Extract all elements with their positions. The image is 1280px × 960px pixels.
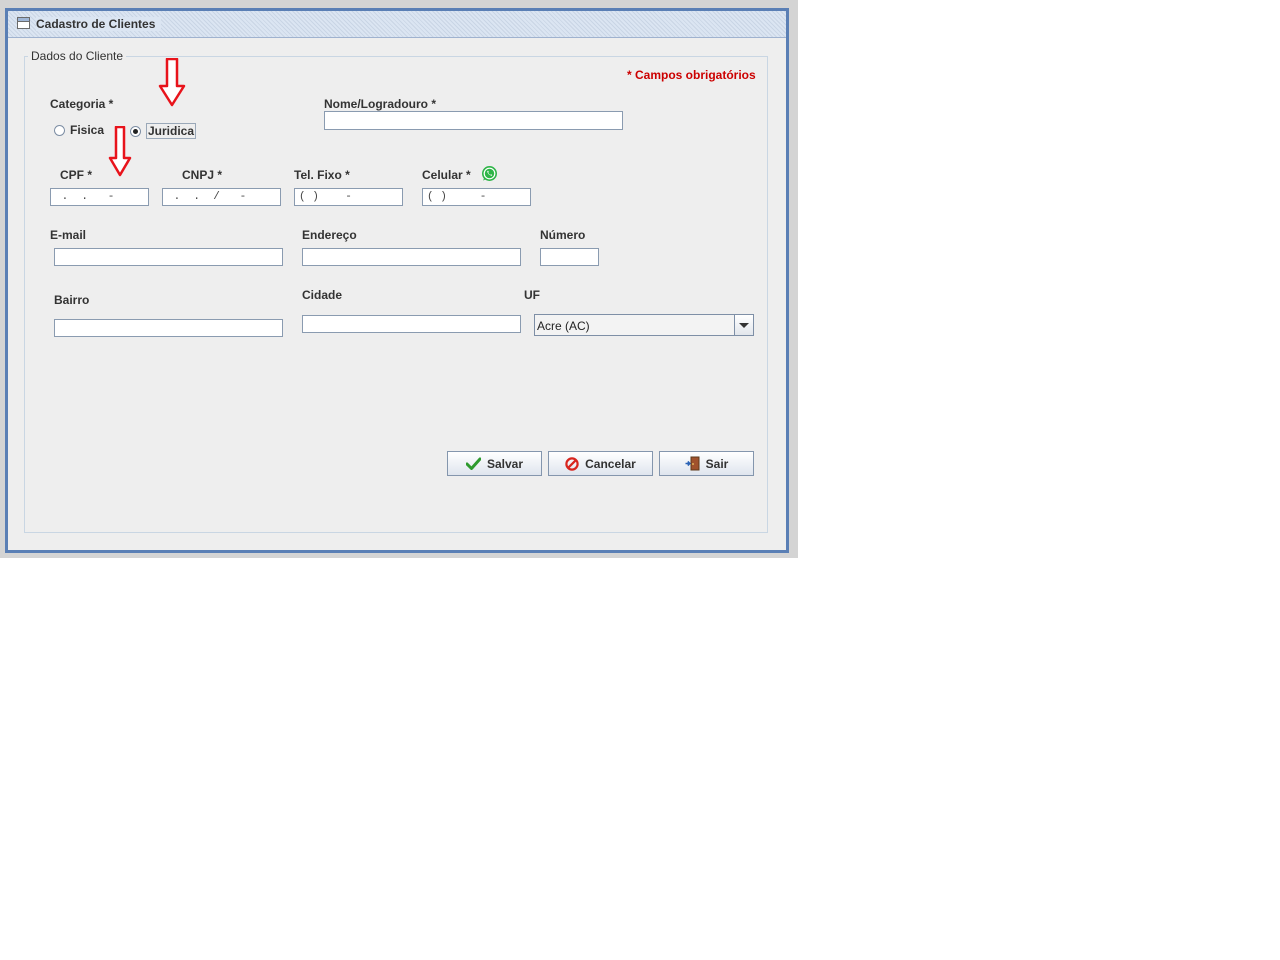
salvar-button[interactable]: Salvar — [447, 451, 542, 476]
cancelar-label: Cancelar — [585, 456, 636, 471]
tel-fixo-input[interactable]: ( ) - — [294, 188, 403, 206]
whatsapp-icon — [482, 166, 497, 181]
endereco-label: Endereço — [302, 228, 357, 242]
cancelar-button[interactable]: Cancelar — [548, 451, 653, 476]
window-icon — [17, 17, 30, 29]
window-title: Cadastro de Clientes — [36, 17, 162, 31]
title-separator — [8, 37, 786, 38]
numero-input[interactable] — [540, 248, 599, 266]
radio-juridica[interactable]: Juridica — [130, 123, 197, 139]
cpf-input[interactable]: . . - — [50, 188, 149, 206]
required-fields-note: * Campos obrigatórios — [627, 68, 756, 82]
arrow-down-icon — [108, 126, 132, 177]
cidade-input[interactable] — [302, 315, 521, 333]
email-input[interactable] — [54, 248, 283, 266]
arrow-down-icon — [158, 58, 186, 107]
sair-button[interactable]: Sair — [659, 451, 754, 476]
checkmark-icon — [465, 457, 481, 470]
bairro-input[interactable] — [54, 319, 283, 337]
cancel-icon — [565, 456, 579, 471]
nome-label: Nome/Logradouro * — [324, 97, 437, 111]
group-legend: Dados do Cliente — [31, 49, 124, 63]
celular-input[interactable]: ( ) - — [422, 188, 531, 206]
celular-label: Celular * — [422, 168, 471, 182]
radio-juridica-label: Juridica — [146, 123, 197, 139]
radio-fisica[interactable]: Fisica — [54, 123, 104, 137]
cidade-label: Cidade — [302, 288, 343, 302]
email-label: E-mail — [50, 228, 87, 242]
exit-door-icon — [685, 456, 700, 471]
uf-selected-value: Acre (AC) — [537, 319, 590, 333]
endereco-input[interactable] — [302, 248, 521, 266]
sair-label: Sair — [705, 456, 729, 471]
cnpj-input[interactable]: . . / - — [162, 188, 281, 206]
bairro-label: Bairro — [54, 293, 90, 307]
chevron-down-icon[interactable] — [734, 315, 753, 335]
cnpj-label: CNPJ * — [182, 168, 223, 182]
categoria-label: Categoria * — [50, 97, 114, 111]
tel-fixo-label: Tel. Fixo * — [294, 168, 350, 182]
cpf-label: CPF * — [60, 168, 93, 182]
title-bar[interactable]: Cadastro de Clientes — [8, 11, 786, 37]
nome-input[interactable] — [324, 111, 623, 130]
cadastro-clientes-window: Cadastro de Clientes Dados do Cliente * … — [5, 8, 789, 553]
uf-select[interactable]: Acre (AC) — [534, 314, 754, 336]
radio-fisica-button[interactable] — [54, 124, 65, 136]
radio-fisica-label: Fisica — [70, 123, 105, 137]
salvar-label: Salvar — [486, 456, 524, 471]
numero-label: Número — [540, 228, 586, 242]
uf-label: UF — [524, 288, 540, 302]
